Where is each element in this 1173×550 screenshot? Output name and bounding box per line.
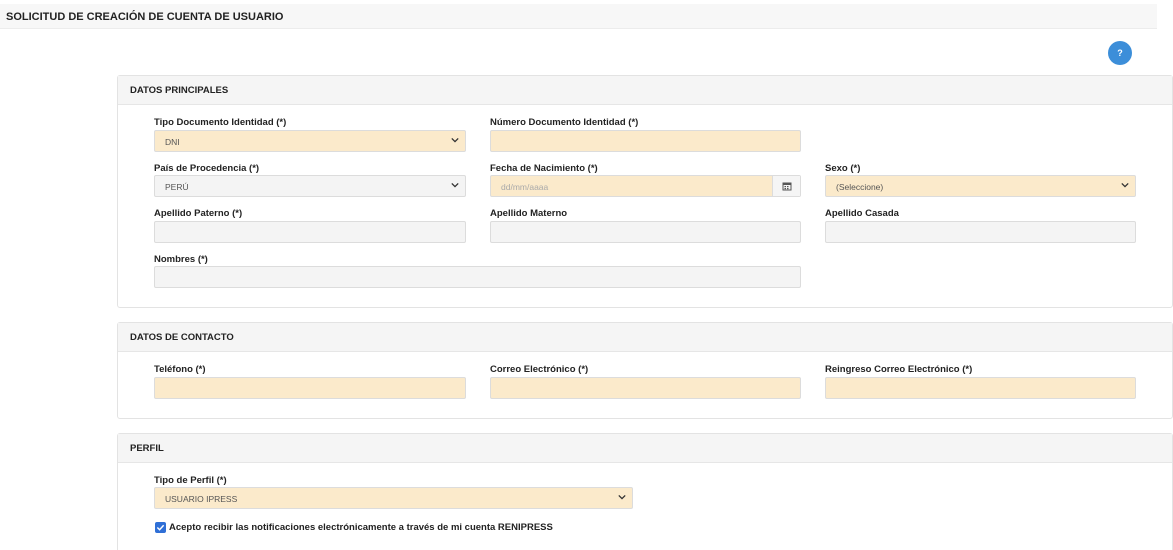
pais-select[interactable]: PERÚ xyxy=(154,175,466,197)
apellido-casada-input[interactable] xyxy=(825,221,1136,243)
telefono-label: Teléfono (*) xyxy=(154,364,206,375)
page-title: SOLICITUD DE CREACIÓN DE CUENTA DE USUAR… xyxy=(0,4,1157,29)
correo-input[interactable] xyxy=(490,377,801,399)
calendar-icon xyxy=(782,182,792,191)
correo-label: Correo Electrónico (*) xyxy=(490,364,589,375)
tipo-documento-label: Tipo Documento Identidad (*) xyxy=(154,117,287,128)
fecha-nacimiento-placeholder: dd/mm/aaaa xyxy=(501,182,549,192)
numero-documento-label: Número Documento Identidad (*) xyxy=(490,117,639,128)
reingreso-correo-label: Reingreso Correo Electrónico (*) xyxy=(825,364,973,375)
sexo-label: Sexo (*) xyxy=(825,163,861,174)
apellido-paterno-label: Apellido Paterno (*) xyxy=(154,208,243,219)
apellido-materno-label: Apellido Materno xyxy=(490,208,568,219)
calendar-button[interactable] xyxy=(772,176,800,196)
tipo-perfil-label: Tipo de Perfil (*) xyxy=(154,475,227,486)
pais-value: PERÚ xyxy=(165,182,189,192)
fecha-nacimiento-input[interactable]: dd/mm/aaaa xyxy=(490,175,801,197)
panel-heading: DATOS PRINCIPALES xyxy=(118,76,1172,105)
check-icon xyxy=(156,524,165,531)
chevron-down-icon xyxy=(618,494,626,500)
telefono-input[interactable] xyxy=(154,377,466,399)
tipo-perfil-select[interactable]: USUARIO IPRESS xyxy=(154,487,633,509)
panel-heading: DATOS DE CONTACTO xyxy=(118,323,1172,352)
panel-datos-principales: DATOS PRINCIPALES Tipo Documento Identid… xyxy=(117,75,1173,308)
apellido-casada-label: Apellido Casada xyxy=(825,208,899,219)
help-button[interactable]: ? xyxy=(1108,41,1132,65)
apellido-paterno-input[interactable] xyxy=(154,221,466,243)
sexo-value: (Seleccione) xyxy=(836,182,884,192)
chevron-down-icon xyxy=(451,182,459,188)
tipo-documento-select[interactable]: DNI xyxy=(154,130,466,152)
pais-label: País de Procedencia (*) xyxy=(154,163,260,174)
panel-datos-contacto: DATOS DE CONTACTO Teléfono (*) Correo El… xyxy=(117,322,1173,419)
panel-perfil: PERFIL Tipo de Perfil (*) USUARIO IPRESS… xyxy=(117,433,1173,550)
reingreso-correo-input[interactable] xyxy=(825,377,1136,399)
sexo-select[interactable]: (Seleccione) xyxy=(825,175,1136,197)
nombres-label: Nombres (*) xyxy=(154,254,208,265)
fecha-nacimiento-label: Fecha de Nacimiento (*) xyxy=(490,163,598,174)
apellido-materno-input[interactable] xyxy=(490,221,801,243)
tipo-documento-value: DNI xyxy=(165,137,180,147)
numero-documento-input[interactable] xyxy=(490,130,801,152)
panel-heading: PERFIL xyxy=(118,434,1172,463)
tipo-perfil-value: USUARIO IPRESS xyxy=(165,494,238,504)
chevron-down-icon xyxy=(451,137,459,143)
acepto-checkbox[interactable] xyxy=(155,522,166,533)
acepto-label[interactable]: Acepto recibir las notificaciones electr… xyxy=(169,522,553,533)
nombres-input[interactable] xyxy=(154,266,801,288)
chevron-down-icon xyxy=(1121,182,1129,188)
